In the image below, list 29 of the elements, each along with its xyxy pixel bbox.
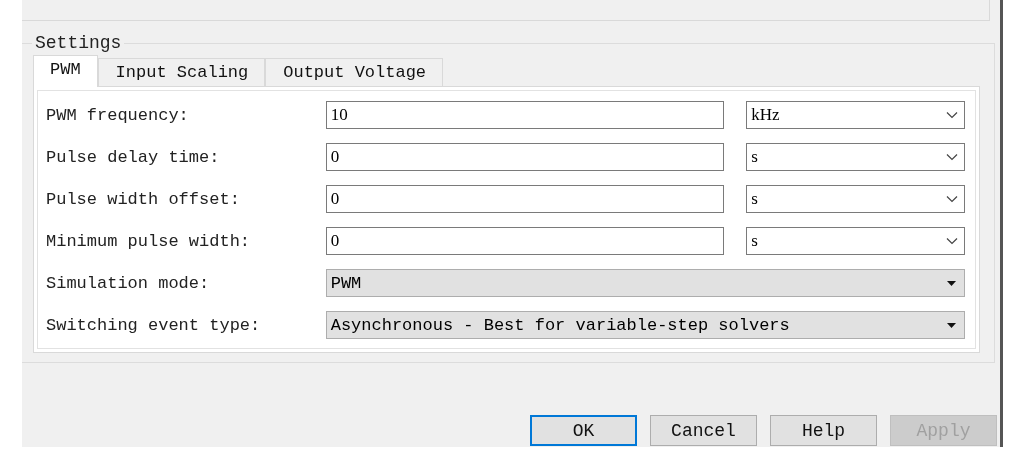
- dialog-button[interactable]: Help: [770, 415, 877, 446]
- field-label: Switching event type:: [46, 315, 262, 335]
- chevron-down-icon: [946, 111, 958, 119]
- tab[interactable]: PWM: [33, 55, 98, 87]
- input-field[interactable]: 0: [325, 143, 725, 171]
- dropdown-arrow-icon: [947, 280, 956, 286]
- unit-dropdown[interactable]: kHz: [746, 101, 965, 129]
- field-label: Pulse width offset:: [46, 189, 241, 209]
- chevron-down-icon: [946, 153, 958, 161]
- unit-dropdown[interactable]: s: [746, 227, 965, 255]
- dropdown-arrow-icon: [947, 322, 956, 328]
- unit-dropdown[interactable]: s: [746, 185, 965, 213]
- field-label: Simulation mode:: [46, 273, 211, 293]
- field-label: Minimum pulse width:: [46, 231, 252, 251]
- input-field[interactable]: 0: [325, 227, 725, 255]
- tab[interactable]: Output Voltage: [265, 58, 444, 86]
- dialog-button[interactable]: OK: [530, 415, 637, 446]
- group-title: Settings: [32, 33, 125, 53]
- dropdown[interactable]: PWM: [325, 269, 965, 297]
- field-label: PWM frequency:: [46, 105, 190, 125]
- dropdown[interactable]: Asynchronous - Best for variable-step solvers: [325, 311, 965, 339]
- dialog-button[interactable]: Cancel: [650, 415, 757, 446]
- field-label: Pulse delay time:: [46, 147, 221, 167]
- tab[interactable]: Input Scaling: [97, 58, 266, 86]
- input-field[interactable]: 10: [325, 101, 725, 129]
- unit-dropdown[interactable]: s: [746, 143, 965, 171]
- chevron-down-icon: [946, 237, 958, 245]
- input-field[interactable]: 0: [325, 185, 725, 213]
- chevron-down-icon: [946, 195, 958, 203]
